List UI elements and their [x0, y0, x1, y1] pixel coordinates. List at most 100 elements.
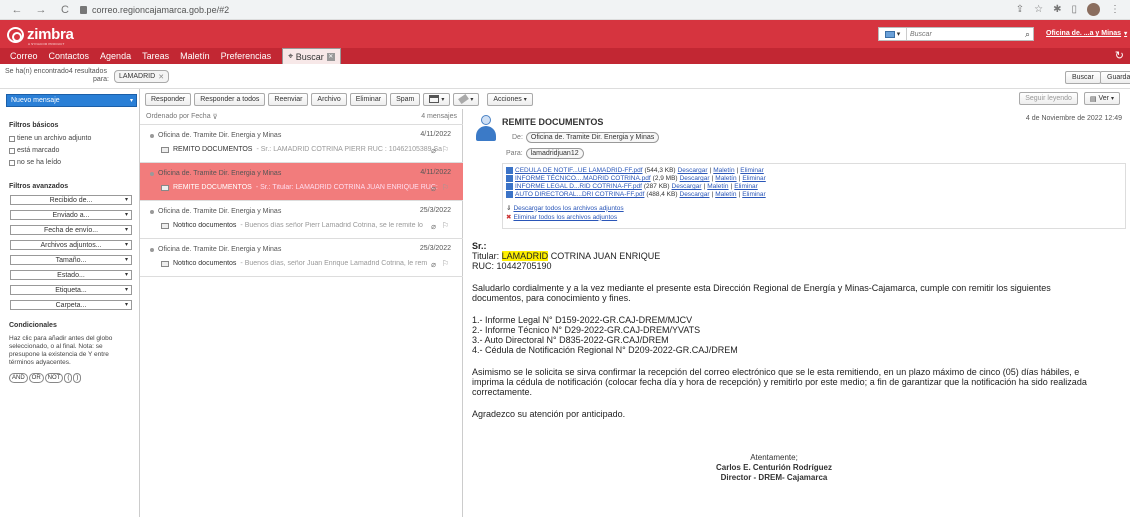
to-address[interactable]: lamadridjuan12: [525, 148, 584, 159]
separator: |: [703, 183, 706, 190]
briefcase-link[interactable]: Maletín: [715, 191, 736, 198]
list-item[interactable]: Oficina de. Tramite Dir. Energia y Minas…: [140, 239, 463, 277]
new-message-button[interactable]: Nuevo mensaje ▾: [6, 94, 137, 107]
download-link[interactable]: Descargar: [680, 175, 710, 182]
menu-icon[interactable]: ⋮: [1110, 4, 1120, 15]
sort-icon[interactable]: ⊽: [211, 113, 218, 121]
save-search-button[interactable]: Guardar: [1100, 71, 1130, 84]
op-not[interactable]: NOT: [44, 373, 64, 383]
actions-button[interactable]: Acciones ▾: [487, 92, 533, 106]
briefcase-link[interactable]: Maletín: [713, 167, 734, 174]
close-icon[interactable]: ✕: [326, 52, 335, 61]
op-and[interactable]: AND: [9, 373, 28, 383]
tab-contactos[interactable]: Contactos: [49, 51, 90, 61]
dropdown-label: Tamaño...: [55, 256, 87, 264]
flag-icon[interactable]: ⚐: [442, 183, 449, 192]
op-open-paren[interactable]: (: [64, 373, 73, 383]
attachment-name[interactable]: INFORME LEGAL D...RID COTRINA-FF.pdf: [515, 183, 642, 190]
delete-button[interactable]: Eliminar: [349, 92, 388, 106]
back-button[interactable]: ←: [10, 4, 24, 16]
from-label: De:: [512, 134, 523, 141]
delete-link[interactable]: Eliminar: [742, 191, 765, 198]
search-type-selector[interactable]: ▾: [879, 28, 907, 40]
briefcase-link[interactable]: Maletín: [715, 175, 736, 182]
filter-sent-date[interactable]: Fecha de envío... ▾: [10, 225, 132, 235]
keep-reading-button[interactable]: Seguir leyendo: [1019, 92, 1078, 105]
filter-tag[interactable]: Etiqueta... ▾: [10, 285, 132, 295]
view-button[interactable]: ▤ Ver ▾: [1083, 92, 1120, 105]
zimbra-logo[interactable]: zimbra A SYNACOR PRODUCT: [7, 26, 74, 46]
briefcase-link[interactable]: Maletín: [707, 183, 728, 190]
spam-button[interactable]: Spam: [390, 92, 421, 106]
filter-sent-to[interactable]: Enviado a... ▾: [10, 210, 132, 220]
download-link[interactable]: Descargar: [680, 191, 710, 198]
filter-unread[interactable]: no se ha leído: [9, 159, 61, 166]
unread-dot-icon: [150, 247, 154, 252]
filter-attachments[interactable]: Archivos adjuntos... ▾: [10, 240, 132, 250]
tab-agenda[interactable]: Agenda: [100, 51, 131, 61]
list-item[interactable]: Oficina de. Tramite Dir. Energia y Minas…: [140, 163, 463, 201]
reply-all-button[interactable]: Responder a todos: [194, 92, 266, 106]
forward-button[interactable]: Reenviar: [268, 92, 309, 106]
list-item[interactable]: Oficina de. Tramite Dir. Energia y Minas…: [140, 201, 463, 239]
close-icon[interactable]: ✕: [158, 73, 164, 81]
op-close-paren[interactable]: ): [73, 373, 82, 383]
sort-by-date[interactable]: Ordenado por Fecha: [146, 113, 211, 120]
attachment-name[interactable]: AUTO DIRECTORAL...DRI COTRINA-FF.pdf: [515, 191, 644, 198]
filter-status[interactable]: Estado... ▾: [10, 270, 132, 280]
attachment-name[interactable]: CEDULA DE NOTIF...UE LAMADRID-FF.pdf: [515, 167, 643, 174]
download-link[interactable]: Descargar: [678, 167, 708, 174]
lock-icon: [80, 5, 87, 14]
filter-has-attachment[interactable]: tiene un archivo adjunto: [9, 135, 91, 142]
delete-all-link[interactable]: Eliminar todos los archivos adjuntos: [513, 214, 617, 221]
archive-button[interactable]: Archivo: [311, 92, 347, 106]
reply-button[interactable]: Responder: [145, 92, 192, 106]
filter-folder[interactable]: Carpeta... ▾: [10, 300, 132, 310]
print-button[interactable]: ▾: [423, 92, 451, 106]
delete-link[interactable]: Eliminar: [740, 167, 763, 174]
delete-link[interactable]: Eliminar: [734, 183, 757, 190]
tab-correo[interactable]: Correo: [10, 51, 38, 61]
forward-button[interactable]: →: [34, 4, 48, 16]
flag-icon[interactable]: ⚐: [442, 221, 449, 230]
flag-icon[interactable]: ⚐: [442, 145, 449, 154]
attachment-icon: ⌀: [431, 146, 436, 155]
reload-button[interactable]: C: [58, 4, 72, 16]
attachment-name[interactable]: INFORME TÉCNICO....MADRID COTRINA.pdf: [515, 175, 651, 182]
flag-icon[interactable]: ⚐: [442, 259, 449, 268]
search-icon[interactable]: ⌕: [1025, 29, 1030, 40]
search-input[interactable]: [907, 30, 1011, 38]
delete-link[interactable]: Eliminar: [742, 175, 765, 182]
from-address[interactable]: Oficina de. Tramite Dir. Energia y Minas: [525, 132, 660, 143]
filter-received-from[interactable]: Recibido de... ▾: [10, 195, 132, 205]
sidebar-icon[interactable]: ▯: [1071, 4, 1077, 15]
separator: |: [711, 191, 714, 198]
filter-size[interactable]: Tamaño... ▾: [10, 255, 132, 265]
zimbra-logo-icon: [7, 26, 24, 43]
item-subject: Notifico documentos - Buenos días, señor…: [161, 260, 443, 267]
list-item[interactable]: Oficina de. Tramite Dir. Energia y Minas…: [140, 125, 463, 163]
chevron-down-icon[interactable]: ▾: [130, 97, 133, 104]
filter-flagged[interactable]: está marcado: [9, 147, 59, 154]
tab-buscar[interactable]: ⌖ Buscar ✕: [282, 48, 341, 64]
browser-bar: ← → C correo.regioncajamarca.gob.pe/#2 ⇪…: [0, 0, 1130, 20]
share-icon[interactable]: ⇪: [1016, 4, 1024, 15]
delete-all-row: ✖ Eliminar todos los archivos adjuntos: [506, 213, 617, 222]
extensions-icon[interactable]: ✱: [1053, 4, 1061, 15]
refresh-icon[interactable]: ↻: [1115, 49, 1124, 62]
user-menu[interactable]: Oficina de. ...a y Minas ▾: [1046, 30, 1127, 37]
browser-icons: ⇪ ☆ ✱ ▯ ⋮: [1016, 3, 1120, 16]
tab-maletin[interactable]: Maletín: [180, 51, 210, 61]
search-button[interactable]: Buscar: [1065, 71, 1101, 84]
body-paragraph: correctamente.: [472, 387, 533, 397]
search-chip[interactable]: LAMADRID ✕: [114, 70, 170, 83]
tab-tareas[interactable]: Tareas: [142, 51, 169, 61]
address-bar[interactable]: correo.regioncajamarca.gob.pe/#2: [80, 5, 229, 15]
tag-button[interactable]: ▾: [453, 92, 480, 106]
profile-avatar[interactable]: [1087, 3, 1100, 16]
download-all-link[interactable]: Descargar todos los archivos adjuntos: [513, 205, 623, 212]
tab-preferencias[interactable]: Preferencias: [221, 51, 272, 61]
download-link[interactable]: Descargar: [672, 183, 702, 190]
op-or[interactable]: OR: [28, 373, 44, 383]
star-icon[interactable]: ☆: [1034, 4, 1043, 15]
